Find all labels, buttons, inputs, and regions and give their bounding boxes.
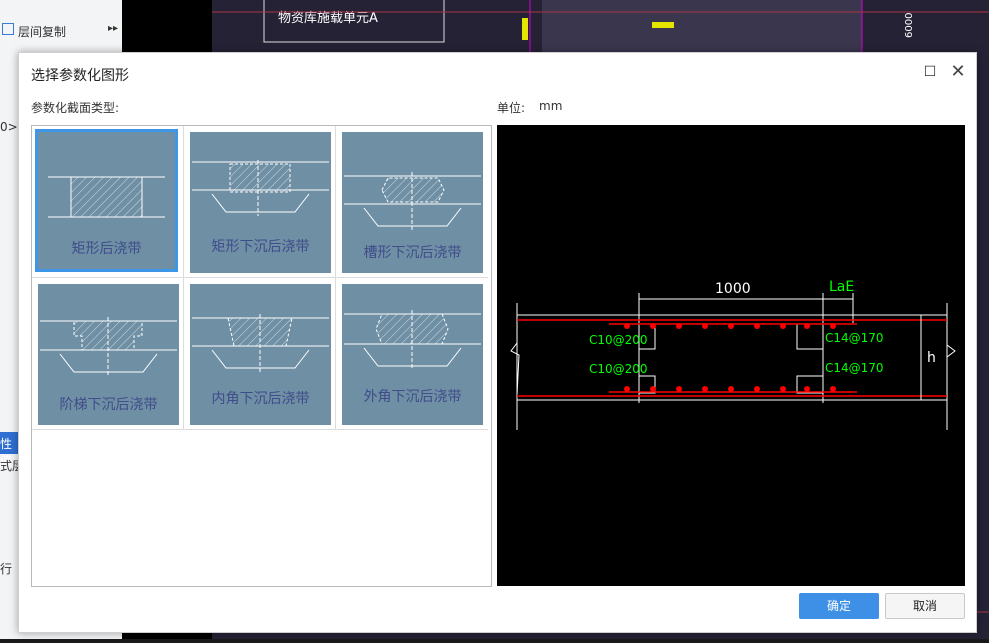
- floor-copy-icon: [2, 23, 14, 35]
- shape-label: 外角下沉后浇带: [363, 389, 462, 405]
- floor-copy-label: 层间复制: [18, 25, 67, 39]
- cad-dim-label: 6000: [904, 13, 915, 38]
- rebar-label-top-right: C14@170: [825, 331, 884, 345]
- shape-label: 矩形下沉后浇带: [211, 239, 310, 255]
- cancel-button[interactable]: 取消: [885, 593, 965, 619]
- rebar-label-bottom-right: C14@170: [825, 361, 884, 375]
- ok-button[interactable]: 确定: [799, 593, 879, 619]
- left-fragment-text-3: 行: [0, 562, 13, 576]
- shape-preview-canvas: 1000 LaE C10@200 C10@200 C14@170 C14@170…: [497, 125, 965, 586]
- shape-label: 阶梯下沉后浇带: [59, 397, 158, 413]
- left-fragment-text: 0>: [0, 120, 18, 134]
- shape-label: 内角下沉后浇带: [211, 391, 310, 407]
- preview-dim-lae: LaE: [829, 279, 854, 295]
- close-button[interactable]: ✕: [949, 63, 967, 81]
- expand-arrow-icon: ▸▸: [108, 23, 119, 34]
- rebar-label-bottom-left: C10@200: [589, 362, 648, 376]
- shape-thumbnail: 内角下沉后浇带: [190, 284, 331, 425]
- unit-label: 单位:: [497, 101, 526, 115]
- section-type-label: 参数化截面类型:: [31, 101, 120, 115]
- floor-copy-row[interactable]: 层间复制 ▸▸: [0, 20, 122, 42]
- property-tab[interactable]: 性值: [0, 432, 18, 468]
- shape-thumbnail: 矩形后浇带: [35, 129, 178, 272]
- shape-grid: 矩形后浇带 矩形下沉后浇带 槽形下沉后浇带 阶梯下沉后浇带 内角下沉后浇带 外角…: [31, 125, 492, 587]
- maximize-icon: ☐: [923, 64, 937, 80]
- shape-option-trough-sunken[interactable]: 槽形下沉后浇带: [336, 126, 488, 278]
- select-parametric-shape-dialog: 选择参数化图形 ☐ ✕ 参数化截面类型: 单位: mm 矩形后浇带 矩形下沉后浇…: [18, 52, 977, 633]
- dialog-title: 选择参数化图形: [31, 68, 129, 84]
- preview-dim-width: 1000: [715, 281, 751, 297]
- shape-thumbnail: 矩形下沉后浇带: [190, 132, 331, 273]
- preview-drawing: 1000 LaE C10@200 C10@200 C14@170 C14@170…: [510, 279, 956, 430]
- preview-dim-h: h: [927, 350, 936, 366]
- shape-option-stepped-sunken[interactable]: 阶梯下沉后浇带: [32, 278, 184, 430]
- shape-label: 槽形下沉后浇带: [363, 245, 462, 261]
- shape-thumbnail: 外角下沉后浇带: [342, 284, 483, 425]
- shape-option-inner-corner-sunken[interactable]: 内角下沉后浇带: [184, 278, 336, 430]
- shape-label: 矩形后浇带: [71, 241, 142, 257]
- shape-option-outer-corner-sunken[interactable]: 外角下沉后浇带: [336, 278, 488, 430]
- shape-option-rect-sunken[interactable]: 矩形下沉后浇带: [184, 126, 336, 278]
- close-icon: ✕: [950, 61, 966, 82]
- shape-thumbnail: 阶梯下沉后浇带: [38, 284, 179, 425]
- shape-thumbnail: 槽形下沉后浇带: [342, 132, 483, 273]
- maximize-button[interactable]: ☐: [922, 64, 938, 80]
- unit-value: mm: [539, 99, 563, 113]
- shape-option-rect[interactable]: 矩形后浇带: [32, 126, 184, 278]
- rebar-label-top-left: C10@200: [589, 333, 648, 347]
